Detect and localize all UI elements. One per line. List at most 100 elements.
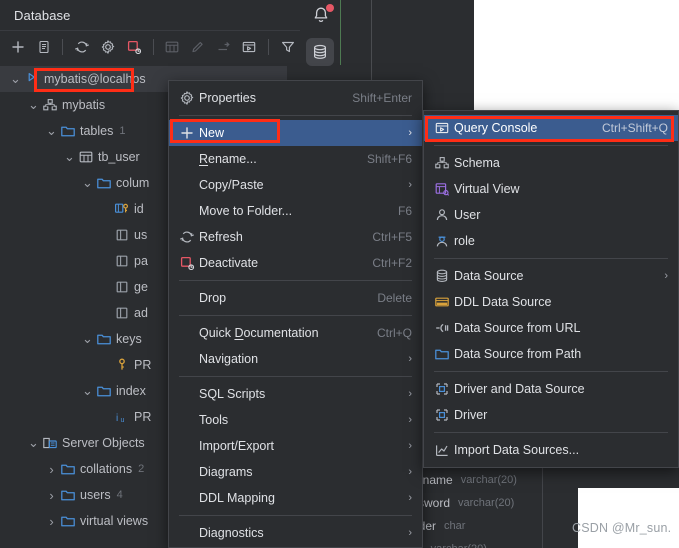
plus-icon: [177, 125, 197, 141]
refresh-icon: [74, 39, 90, 55]
menu-item-label: Navigation: [199, 352, 259, 366]
menu-item-shortcut: Shift+F6: [366, 152, 412, 166]
chevron-down-icon[interactable]: ⌄: [8, 72, 23, 85]
submenu-driver-and-source[interactable]: Driver and Data Source: [424, 376, 678, 402]
menu-navigation[interactable]: Navigation ›: [169, 346, 422, 372]
menu-item-label: Virtual View: [454, 182, 520, 196]
submenu-virtual-view[interactable]: Virtual View: [424, 176, 678, 202]
table-editor-button[interactable]: [160, 35, 184, 59]
jump-to-button[interactable]: [212, 35, 236, 59]
query-console-button[interactable]: [238, 35, 262, 59]
chevron-down-icon[interactable]: ⌄: [62, 150, 77, 163]
submenu-import-data-sources[interactable]: Import Data Sources...: [424, 437, 678, 463]
menu-quick-doc[interactable]: Quick Documentation Ctrl+Q: [169, 320, 422, 346]
folder-icon: [95, 175, 113, 191]
deactivate-icon: [126, 39, 142, 55]
datasource-icon: [23, 71, 41, 87]
menu-rename[interactable]: Rename... Shift+F6: [169, 146, 422, 172]
submenu-ddl-data-source[interactable]: DDL Data Source: [424, 289, 678, 315]
submenu-data-source-url[interactable]: Data Source from URL: [424, 315, 678, 341]
menu-separator: [179, 315, 412, 316]
menu-properties[interactable]: Properties Shift+Enter: [169, 85, 422, 111]
submenu-query-console[interactable]: Query Console Ctrl+Shift+Q: [424, 115, 678, 141]
context-menu[interactable]: Properties Shift+Enter New › Rename... Shift+…: [168, 80, 423, 548]
tree-item-label: collations: [80, 462, 133, 476]
menu-copy-paste[interactable]: Copy/Paste ›: [169, 172, 422, 198]
menu-ddl-mapping[interactable]: DDL Mapping ›: [169, 485, 422, 511]
submenu-data-source-path[interactable]: Data Source from Path: [424, 341, 678, 367]
menu-tools[interactable]: Tools ›: [169, 407, 422, 433]
menu-item-label: Move to Folder...: [199, 204, 293, 218]
table-preview-row: drvarchar(20): [412, 537, 578, 548]
menu-item-label: SQL Scripts: [199, 387, 266, 401]
table-icon: [164, 39, 180, 55]
menu-item-label: Properties: [199, 91, 256, 105]
folder-icon: [432, 346, 452, 362]
submenu-schema[interactable]: Schema: [424, 150, 678, 176]
chevron-down-icon[interactable]: ⌄: [80, 332, 95, 345]
menu-item-label: New: [199, 126, 225, 140]
chevron-right-icon[interactable]: ›: [44, 514, 59, 529]
editor-backdrop-bottom: [578, 488, 679, 548]
chevron-right-icon[interactable]: ›: [44, 488, 59, 503]
menu-diagrams[interactable]: Diagrams ›: [169, 459, 422, 485]
add-button[interactable]: [6, 35, 30, 59]
duplicate-button[interactable]: [32, 35, 56, 59]
menu-refresh[interactable]: Refresh Ctrl+F5: [169, 224, 422, 250]
menu-diagnostics[interactable]: Diagnostics ›: [169, 520, 422, 546]
tree-item-label: colum: [116, 176, 150, 190]
menu-separator: [434, 145, 668, 146]
chevron-right-icon: ›: [664, 270, 668, 282]
tree-item-label: mybatis@localhos: [44, 72, 146, 86]
import-icon: [432, 442, 452, 458]
driver-icon: [432, 381, 452, 397]
modify-button[interactable]: [186, 35, 210, 59]
menu-move-folder[interactable]: Move to Folder... F6: [169, 198, 422, 224]
menu-item-shortcut: Shift+Enter: [352, 91, 412, 105]
menu-item-label: Schema: [454, 156, 500, 170]
database-tab-icon[interactable]: [306, 38, 334, 66]
refresh-icon: [177, 229, 197, 245]
chevron-down-icon[interactable]: ⌄: [26, 436, 41, 449]
menu-item-label: Diagrams: [199, 465, 253, 479]
submenu-role[interactable]: role: [424, 228, 678, 254]
filter-button[interactable]: [276, 35, 300, 59]
deactivate-button[interactable]: [122, 35, 146, 59]
menu-item-shortcut: Ctrl+Q: [376, 326, 412, 340]
tree-item-label: keys: [116, 332, 142, 346]
chevron-down-icon[interactable]: ⌄: [44, 124, 59, 137]
menu-import-export[interactable]: Import/Export ›: [169, 433, 422, 459]
pencil-icon: [190, 39, 206, 55]
console-icon: [432, 120, 452, 136]
submenu-driver[interactable]: Driver: [424, 402, 678, 428]
tree-item-label: users: [80, 488, 111, 502]
deactivate-icon: [177, 255, 197, 271]
svg-text:i: i: [116, 413, 118, 424]
column-type: varchar(20): [458, 496, 515, 509]
submenu-user[interactable]: User: [424, 202, 678, 228]
user-icon: [432, 207, 452, 223]
tree-item-label: PR: [134, 410, 152, 424]
chevron-right-icon: ›: [408, 179, 412, 191]
menu-sql-scripts[interactable]: SQL Scripts ›: [169, 381, 422, 407]
submenu-data-source[interactable]: Data Source ›: [424, 263, 678, 289]
chevron-down-icon[interactable]: ⌄: [80, 176, 95, 189]
chevron-right-icon[interactable]: ›: [44, 462, 59, 477]
toolbar-separator: [268, 38, 270, 55]
menu-new[interactable]: New ›: [169, 120, 422, 146]
folder-icon: [59, 123, 77, 139]
menu-deactivate[interactable]: Deactivate Ctrl+F2: [169, 250, 422, 276]
toolbar-separator: [152, 38, 154, 55]
new-submenu[interactable]: Query Console Ctrl+Shift+Q Schema Virtual V…: [423, 110, 679, 468]
tree-item-label: tb_user: [98, 150, 140, 164]
watermark: CSDN @Mr_sun.: [572, 521, 672, 535]
chevron-down-icon[interactable]: ⌄: [26, 98, 41, 111]
menu-item-label: Import Data Sources...: [454, 443, 580, 457]
screen-root: Database ⌄ mybatis@localhos ⌄ mybatis ⌄ table…: [0, 0, 679, 548]
table-preview-row: ername varchar(20): [412, 468, 578, 491]
chevron-down-icon[interactable]: ⌄: [80, 384, 95, 397]
menu-drop[interactable]: Drop Delete: [169, 285, 422, 311]
settings-button[interactable]: [96, 35, 120, 59]
driver-icon: [432, 407, 452, 423]
refresh-button[interactable]: [70, 35, 94, 59]
